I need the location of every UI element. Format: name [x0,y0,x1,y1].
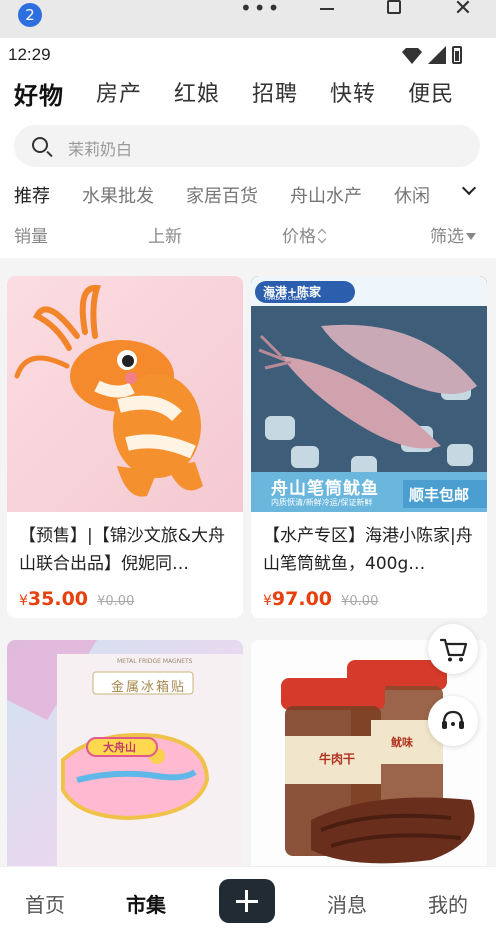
filter-button[interactable]: 筛选 [430,222,476,247]
product-grid: 【预售】|【锦沙文旅&大舟山联合出品】倪妮同… ¥35.00 ¥0.00 海港+… [0,258,496,866]
original-price: ¥0.00 [97,594,135,609]
original-price: ¥0.00 [341,594,379,609]
sort-newest[interactable]: 上新 [148,222,182,247]
image-sticker-text: 大舟山 [103,741,136,754]
triangle-down-icon [466,233,476,240]
signal-icon [428,46,446,64]
image-brand-en: HARBOR CHEN'S [265,296,307,302]
sort-price-label: 价格 [282,227,316,247]
more-icon[interactable]: ••• [240,0,279,20]
current-price: ¥35.00 [19,588,89,610]
sort-price[interactable]: 价格 [282,222,326,247]
header: 好物 房产 红娘 招聘 快转 便民 茉莉奶白 推荐 水果批发 家居百货 舟山水产… [0,72,496,258]
tab-goods[interactable]: 好物 [14,76,64,111]
tab-jobs[interactable]: 招聘 [252,76,298,111]
image-label-en: METAL FRIDGE MAGNETS [117,658,193,665]
sort-bar: 销量 上新 价格 筛选 [0,222,496,252]
category-home-goods[interactable]: 家居百货 [186,182,258,208]
search-input[interactable]: 茉莉奶白 [14,125,480,167]
product-card[interactable]: METAL FRIDGE MAGNETS 金属冰箱贴 大舟山 [7,640,243,866]
chevron-down-icon [461,180,477,196]
image-jar-label: 牛肉干 [319,752,356,766]
categories-expand-button[interactable] [448,174,496,214]
customer-service-icon [442,710,464,729]
current-price: ¥97.00 [263,588,333,610]
plus-icon[interactable] [219,879,275,923]
sort-sales[interactable]: 销量 [14,222,48,247]
tab-real-estate[interactable]: 房产 [96,76,142,111]
window-titlebar: 2 ••• ✕ [0,0,496,38]
image-product-name: 舟山笔筒鱿鱼 [271,479,379,499]
nav-mine[interactable]: 我的 [428,889,468,918]
cart-icon [439,638,468,662]
close-icon[interactable]: ✕ [452,0,474,21]
nav-home[interactable]: 首页 [25,889,65,918]
product-price: ¥35.00 ¥0.00 [7,578,243,618]
category-zhoushan-seafood[interactable]: 舟山水产 [290,182,362,208]
image-side-label: 鱿味 [391,736,413,749]
nav-messages[interactable]: 消息 [327,889,367,918]
product-title[interactable]: 【水产专区】海港小陈家|舟山笔筒鱿鱼，400g… [251,512,487,578]
sort-updown-icon [318,229,326,243]
tab-secondhand[interactable]: 快转 [330,76,376,111]
product-title[interactable]: 【预售】|【锦沙文旅&大舟山联合出品】倪妮同… [7,512,243,578]
category-fruit-wholesale[interactable]: 水果批发 [82,182,154,208]
cart-button[interactable] [428,624,478,674]
tab-matchmaking[interactable]: 红娘 [174,76,220,111]
customer-service-button[interactable] [428,696,478,746]
product-price: ¥97.00 ¥0.00 [251,578,487,618]
status-bar: 12:29 [0,38,496,72]
minimize-icon[interactable] [318,2,336,22]
category-recommended[interactable]: 推荐 [14,182,50,208]
top-tabs: 好物 房产 红娘 招聘 快转 便民 [14,76,454,111]
battery-icon [452,46,462,64]
tab-services[interactable]: 便民 [408,76,454,111]
product-image-squid: 海港+陈家 HARBOR CHEN'S 舟山笔筒鱿鱼 内质恹清/新鲜冷运/保证新… [251,276,487,512]
product-card[interactable]: 海港+陈家 HARBOR CHEN'S 舟山笔筒鱿鱼 内质恹清/新鲜冷运/保证新… [251,276,487,618]
category-tabs: 推荐 水果批发 家居百货 舟山水产 休闲 [14,182,454,208]
image-tagline: 内质恹清/新鲜冷运/保证新鲜 [271,498,373,507]
filter-label: 筛选 [430,227,464,247]
product-image-shrimp-plush [7,276,243,512]
notification-badge[interactable]: 2 [18,3,42,27]
maximize-icon[interactable] [384,0,404,20]
product-image-fridge-magnet: METAL FRIDGE MAGNETS 金属冰箱贴 大舟山 [7,640,243,866]
image-shipping-tag: 顺丰包邮 [409,486,470,504]
category-leisure[interactable]: 休闲 [394,182,430,208]
bottom-nav: 首页 市集 消息 我的 [0,866,496,936]
image-label: 金属冰箱贴 [111,680,187,695]
clock: 12:29 [8,45,51,64]
product-card[interactable]: 【预售】|【锦沙文旅&大舟山联合出品】倪妮同… ¥35.00 ¥0.00 [7,276,243,618]
nav-market[interactable]: 市集 [126,889,166,918]
system-icons [402,46,462,64]
wifi-icon [402,48,422,64]
search-placeholder: 茉莉奶白 [68,140,133,159]
search-icon [32,137,48,153]
